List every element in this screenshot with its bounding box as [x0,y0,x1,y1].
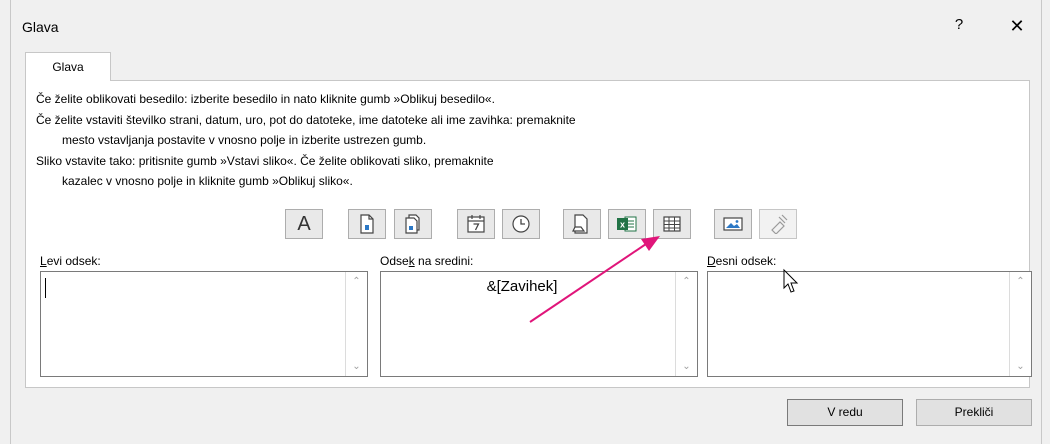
label-text: esni odsek: [715,254,777,268]
close-button[interactable]: ✕ [999,12,1035,40]
dialog-title: Glava [22,19,59,35]
header-dialog: Glava ? ✕ Glava Če želite oblikovati bes… [10,0,1042,444]
scroll-up-icon[interactable]: ⌃ [676,276,697,287]
right-section-scrollbar[interactable]: ⌃ ⌄ [1009,272,1031,376]
tab-panel: Če želite oblikovati besedilo: izberite … [25,80,1032,388]
instruction-line: Sliko vstavite tako: pritisnite gumb »Vs… [36,153,494,168]
center-section-scrollbar[interactable]: ⌃ ⌄ [675,272,697,376]
right-section-label: Desni odsek: [707,254,776,268]
page-number-icon [360,214,374,234]
clock-icon [512,215,530,233]
label-accesskey: L [40,254,47,268]
insert-picture-button[interactable] [714,209,752,239]
page-count-icon [405,214,420,234]
insert-sheet-name-button[interactable] [653,209,691,239]
insert-date-button[interactable] [457,209,495,239]
left-section-label: Levi odsek: [40,254,101,268]
format-picture-icon [771,214,788,234]
label-text: na sredini: [414,254,474,268]
picture-icon [723,217,743,231]
insert-page-number-button[interactable] [348,209,386,239]
instruction-line: Če želite oblikovati besedilo: izberite … [36,92,495,106]
format-text-button[interactable]: A [285,209,323,239]
instructions-text: Če želite oblikovati besedilo: izberite … [36,89,576,192]
instruction-line: mesto vstavljanja postavite v vnosno pol… [62,133,427,147]
center-section-input[interactable]: &[Zavihek] ⌃ ⌄ [380,271,698,377]
scroll-down-icon[interactable]: ⌄ [1010,361,1031,372]
center-section-label: Odsek na sredini: [380,254,473,268]
label-text: evi odsek: [46,254,101,268]
right-section-input[interactable]: ⌃ ⌄ [707,271,1032,377]
left-section-input[interactable]: ⌃ ⌄ [40,271,368,377]
left-section-scrollbar[interactable]: ⌃ ⌄ [345,272,367,376]
insert-file-name-button[interactable]: x [608,209,646,239]
scroll-down-icon[interactable]: ⌄ [676,361,697,372]
label-text: Odse [380,254,409,268]
ok-button[interactable]: V redu [787,399,903,426]
scroll-up-icon[interactable]: ⌃ [1010,276,1031,287]
sheet-tab-icon [663,216,681,232]
excel-file-icon: x [617,216,637,232]
text-caret [45,278,46,298]
instruction-line: kazalec v vnosno polje in kliknite gumb … [62,174,353,188]
svg-text:x: x [620,220,625,230]
insert-page-count-button[interactable] [394,209,432,239]
file-path-icon [572,214,588,234]
label-accesskey: D [707,254,716,268]
instruction-line: Če želite vstaviti številko strani, datu… [36,112,576,127]
scroll-down-icon[interactable]: ⌄ [346,361,367,372]
scroll-up-icon[interactable]: ⌃ [346,276,367,287]
center-section-value: &[Zavihek] [486,278,558,295]
format-text-icon: A [297,212,311,235]
insert-file-path-button[interactable] [563,209,601,239]
help-button[interactable]: ? [946,12,972,38]
title-bar: Glava ? ✕ [11,0,1041,50]
format-picture-button[interactable] [759,209,797,239]
cancel-button[interactable]: Prekliči [916,399,1032,426]
insert-time-button[interactable] [502,209,540,239]
calendar-icon [467,215,485,233]
tab-glava[interactable]: Glava [25,52,111,81]
